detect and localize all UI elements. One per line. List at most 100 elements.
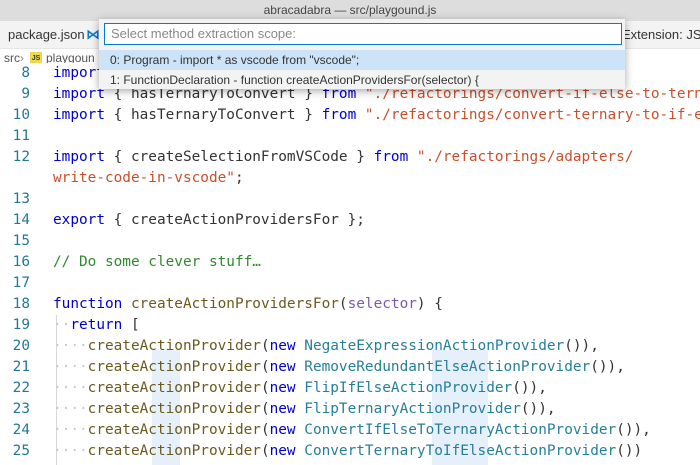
line-number: 12 [12, 149, 30, 165]
code-token: NegateExpressionActionProvider [304, 338, 565, 354]
code-token: return [70, 317, 123, 333]
code-token: ( [260, 401, 270, 417]
code-token: createActionProvider [87, 338, 261, 354]
code-line[interactable]: write-code-in-vscode"; [0, 168, 700, 189]
code-token: FlipTernaryActionProvider [304, 401, 521, 417]
code-token: ( [260, 443, 270, 459]
line-number: 10 [12, 107, 30, 123]
line-number: 16 [12, 254, 30, 270]
code-text: // Do some clever stuff… [53, 252, 261, 273]
code-token: from [373, 149, 409, 165]
window-title: abracadabra — src/playgound.js [0, 0, 700, 21]
code-token: new [269, 422, 296, 438]
line-number: 9 [21, 86, 30, 102]
quick-pick-item[interactable]: 1: FunctionDeclaration - function create… [99, 70, 625, 90]
tab-package-json[interactable]: package.json [8, 21, 85, 48]
code-line[interactable]: 23 ····createActionProvider(new FlipTerna… [0, 399, 700, 420]
code-text: export { createActionProvidersFor }; [53, 210, 365, 231]
line-number: 13 [12, 191, 30, 207]
code-token: ( [260, 422, 270, 438]
code-token: createActionProvider [87, 401, 261, 417]
code-line[interactable]: 20 ····createActionProvider(new NegateExp… [0, 336, 700, 357]
code-line[interactable]: 21 ····createActionProvider(new RemoveRed… [0, 357, 700, 378]
code-token: ( [338, 296, 348, 312]
code-token: export [53, 212, 105, 228]
code-line[interactable]: 18 function createActionProvidersFor(sele… [0, 294, 700, 315]
line-number: 19 [12, 317, 30, 333]
code-text: import [53, 63, 105, 84]
code-text: ····createActionProvider(new ConvertIfEl… [53, 420, 651, 441]
code-line[interactable]: 10 import { hasTernaryToConvert } from ".… [0, 105, 700, 126]
code-line[interactable]: 14 export { createActionProvidersFor }; [0, 210, 700, 231]
code-token: ()), [512, 380, 547, 396]
line-number: 14 [12, 212, 30, 228]
code-token: ConvertTernaryToIfElseActionProvider [304, 443, 617, 459]
code-token: createActionProvider [87, 443, 261, 459]
code-token: createActionProvider [87, 359, 261, 375]
code-token: ···· [53, 443, 88, 459]
line-number: 17 [12, 275, 30, 291]
code-token: selector [347, 296, 417, 312]
tab-extension[interactable]: Extension: JS [622, 21, 700, 48]
code-line[interactable]: 11 [0, 126, 700, 147]
code-token: ()), [564, 338, 599, 354]
code-text: import { createSelectionFromVSCode } fro… [53, 147, 634, 168]
code-text: ····createActionProvider(new ConvertTern… [53, 441, 642, 462]
quick-pick-input[interactable]: Select method extraction scope: [104, 23, 622, 45]
code-token: ; [234, 170, 244, 186]
code-text: write-code-in-vscode"; [53, 168, 244, 189]
code-token: write-code-in-vscode" [53, 170, 235, 186]
code-token: ConvertIfElseToTernaryActionProvider [304, 422, 617, 438]
code-token: { createActionProvidersFor }; [104, 212, 365, 228]
code-token: new [269, 338, 296, 354]
code-token: "./refactorings/adapters/ [416, 149, 634, 165]
code-token: RemoveRedundantElseActionProvider [304, 359, 591, 375]
code-line[interactable]: 25 ····createActionProvider(new ConvertTe… [0, 441, 700, 462]
code-text: function createActionProvidersFor(select… [53, 294, 443, 315]
code-token: FlipIfElseActionProvider [304, 380, 513, 396]
code-line[interactable]: 15 [0, 231, 700, 252]
line-number: 20 [12, 338, 30, 354]
line-number: 18 [12, 296, 30, 312]
code-line[interactable]: 24 ····createActionProvider(new ConvertIf… [0, 420, 700, 441]
code-line[interactable]: 17 [0, 273, 700, 294]
code-token: ···· [53, 380, 88, 396]
code-token: import [53, 149, 105, 165]
code-token: import [53, 65, 105, 81]
code-line[interactable]: 22 ····createActionProvider(new FlipIfEls… [0, 378, 700, 399]
code-token: { hasTernaryToConvert } [104, 107, 322, 123]
code-token: ) { [416, 296, 443, 312]
code-editor[interactable]: 8 import 9 import { hasTernaryToConvert } f… [0, 63, 700, 465]
code-line[interactable]: 12 import { createSelectionFromVSCode } f… [0, 147, 700, 168]
code-token: new [269, 359, 296, 375]
vscode-icon[interactable]: ⋈ [86, 21, 100, 48]
line-number: 22 [12, 380, 30, 396]
code-token: ( [260, 380, 270, 396]
code-token: createActionProvider [87, 380, 261, 396]
code-token: ()), [590, 359, 625, 375]
code-token: ···· [53, 401, 88, 417]
code-token: function [53, 296, 123, 312]
code-text: import { hasTernaryToConvert } from "./r… [53, 105, 700, 126]
code-line[interactable]: 16 // Do some clever stuff… [0, 252, 700, 273]
line-number: 24 [12, 422, 30, 438]
code-token: new [269, 443, 296, 459]
code-token: new [269, 380, 296, 396]
code-text: ····createActionProvider(new NegateExpre… [53, 336, 599, 357]
code-line[interactable]: 19 ··return [ [0, 315, 700, 336]
code-token: ( [260, 338, 270, 354]
line-number: 21 [12, 359, 30, 375]
quick-pick-item[interactable]: 0: Program - import * as vscode from "vs… [99, 50, 625, 70]
code-token: ()) [616, 443, 643, 459]
quick-pick-item-label: 1: FunctionDeclaration - function create… [110, 73, 479, 87]
code-line[interactable]: 13 [0, 189, 700, 210]
quick-pick-item-label: 0: Program - import * as vscode from "vs… [110, 53, 360, 67]
